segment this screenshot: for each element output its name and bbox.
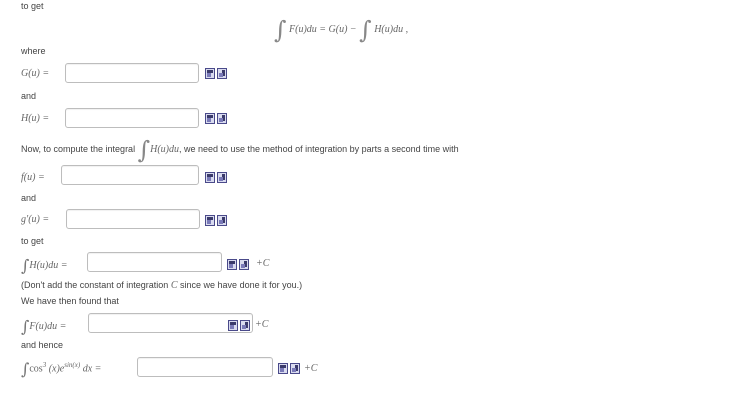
int-f-label: ∫F(u)du = — [21, 319, 66, 335]
note-text: (Don't add the constant of integration — [21, 280, 169, 290]
text-and: and — [21, 91, 37, 101]
final-x: (x)e — [48, 363, 65, 375]
f-label: f(u) = — [21, 172, 45, 183]
equation-editor-icon[interactable] — [227, 259, 237, 270]
final-integral-label: ∫cos3 (x)esin(x) dx = — [21, 361, 101, 377]
equation-editor-icon[interactable] — [205, 113, 215, 124]
final-answer-input[interactable] — [137, 357, 273, 377]
gprime-label: g′(u) = — [21, 214, 50, 225]
now-suffix: , we need to use the method of integrati… — [179, 144, 459, 154]
f-answer-input[interactable] — [61, 165, 199, 185]
int-h-answer-input[interactable] — [87, 252, 222, 272]
top-formula-rhs: H(u)du , — [374, 24, 409, 35]
text-and: and — [21, 193, 37, 203]
answer-preview-icon[interactable] — [217, 215, 227, 226]
text-and-hence: and hence — [21, 340, 64, 350]
final-cos-exp: 3 — [42, 361, 47, 369]
gprime-answer-tools — [205, 215, 227, 226]
text-to-get: to get — [21, 1, 44, 11]
g-answer-input[interactable] — [65, 63, 199, 83]
inline-h-integral: H(u)du — [150, 144, 179, 155]
plus-c: +C — [255, 319, 269, 330]
final-sin-exp: sin(x) — [64, 361, 81, 369]
text-found: We have then found that — [21, 296, 119, 306]
int-f-answer-tools — [228, 320, 250, 331]
equation-editor-icon[interactable] — [205, 68, 215, 79]
text-to-get: to get — [21, 236, 44, 246]
answer-preview-icon[interactable] — [239, 259, 249, 270]
note-c: C — [170, 280, 178, 291]
top-formula-lhs: F(u)du = G(u) − — [289, 24, 357, 35]
answer-preview-icon[interactable] — [217, 172, 227, 183]
integral-sign: ∫ — [137, 136, 151, 164]
answer-preview-icon[interactable] — [217, 68, 227, 79]
f-answer-tools — [205, 172, 227, 183]
final-answer-tools — [278, 363, 300, 374]
final-cos: cos — [29, 363, 43, 375]
answer-preview-icon[interactable] — [217, 113, 227, 124]
int-f-text: F(u)du = — [29, 321, 67, 332]
g-label: G(u) = — [21, 68, 50, 79]
int-h-answer-tools — [227, 259, 249, 270]
plus-c: +C — [304, 363, 318, 374]
equation-editor-icon[interactable] — [228, 320, 238, 331]
answer-preview-icon[interactable] — [290, 363, 300, 374]
final-dx: dx = — [82, 363, 102, 375]
int-h-text: H(u)du = — [29, 260, 68, 271]
note-end: since we have done it for you.) — [180, 280, 303, 290]
h-label: H(u) = — [21, 113, 50, 124]
integral-sign: ∫ — [359, 16, 372, 44]
text-note: (Don't add the constant of integration C… — [21, 280, 302, 291]
gprime-answer-input[interactable] — [66, 209, 200, 229]
equation-editor-icon[interactable] — [205, 215, 215, 226]
top-formula: ∫ F(u)du = G(u) − ∫ H(u)du , — [274, 18, 408, 42]
int-h-label: ∫H(u)du = — [21, 258, 67, 274]
text-now-compute: Now, to compute the integral ∫H(u)du, we… — [21, 138, 459, 162]
text-where: where — [21, 46, 46, 56]
equation-editor-icon[interactable] — [278, 363, 288, 374]
h-answer-input[interactable] — [65, 108, 199, 128]
now-prefix: Now, to compute the integral — [21, 144, 136, 154]
plus-c: +C — [256, 258, 270, 269]
equation-editor-icon[interactable] — [205, 172, 215, 183]
answer-preview-icon[interactable] — [240, 320, 250, 331]
h-answer-tools — [205, 113, 227, 124]
integral-sign: ∫ — [274, 16, 287, 44]
g-answer-tools — [205, 68, 227, 79]
